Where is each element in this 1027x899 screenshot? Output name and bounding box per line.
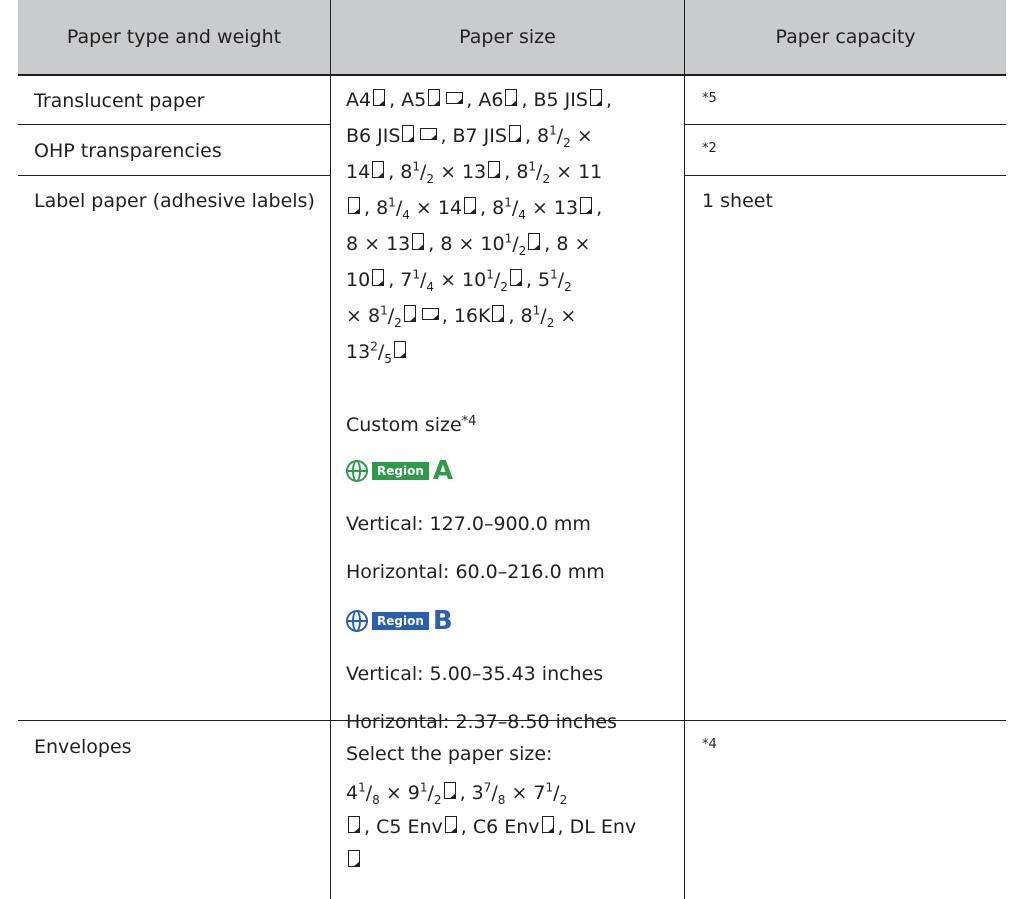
portrait-icon <box>508 124 524 144</box>
portrait-icon <box>347 815 363 835</box>
row-rule-1a <box>18 124 330 125</box>
capacity-label: 1 sheet <box>702 190 773 212</box>
portrait-icon <box>427 88 443 108</box>
capacity-envelopes: *4 <box>702 737 717 752</box>
custom-size: Custom size*4 <box>346 407 476 440</box>
row-rule-1c <box>684 124 1006 125</box>
portrait-icon <box>411 232 427 252</box>
region-a-horizontal: Horizontal: 60.0–216.0 mm <box>346 561 605 583</box>
portrait-icon <box>401 124 417 144</box>
header-paper-type: Paper type and weight <box>18 0 330 74</box>
portrait-icon <box>443 781 459 801</box>
capacity-ohp: *2 <box>702 141 717 156</box>
region-b-horizontal: Horizontal: 2.37–8.50 inches <box>346 711 618 733</box>
paper-type-label: Label paper (adhesive labels) <box>34 190 315 212</box>
portrait-icon <box>371 268 387 288</box>
size-list: A4, A5, A6, B5 JIS, B6 JIS, B7 JIS, 81/2… <box>346 88 612 366</box>
envelope-select-label: Select the paper size: <box>346 743 553 765</box>
region-a-badge: Region A <box>346 456 453 486</box>
envelope-size-list: 41/8 × 91/2, 37/8 × 71/2 , C5 Env, C6 En… <box>346 776 678 878</box>
portrait-icon <box>541 815 557 835</box>
col-rule-1 <box>330 0 331 899</box>
region-a-vertical: Vertical: 127.0–900.0 mm <box>346 513 591 535</box>
header-paper-size: Paper size <box>331 0 684 74</box>
row-rule-2c <box>684 175 1006 176</box>
custom-size-note: *4 <box>461 414 477 429</box>
paper-type-translucent: Translucent paper <box>34 90 205 112</box>
portrait-icon <box>372 88 388 108</box>
portrait-icon <box>444 815 460 835</box>
portrait-icon <box>403 304 419 324</box>
portrait-icon <box>463 196 479 216</box>
portrait-icon <box>487 160 503 180</box>
region-tag: Region <box>372 462 429 480</box>
globe-icon <box>346 610 368 632</box>
portrait-icon <box>527 232 543 252</box>
region-b-vertical: Vertical: 5.00–35.43 inches <box>346 663 604 685</box>
region-tag: Region <box>372 612 429 630</box>
portrait-icon <box>393 340 409 360</box>
portrait-icon <box>371 160 387 180</box>
region-b-badge: Region B <box>346 606 453 636</box>
header-rule <box>18 74 1006 76</box>
globe-icon <box>346 460 368 482</box>
region-letter: A <box>432 456 453 486</box>
portrait-icon <box>579 196 595 216</box>
custom-size-label: Custom size <box>346 414 462 436</box>
portrait-icon <box>504 88 520 108</box>
portrait-icon <box>347 849 363 869</box>
col-rule-2 <box>684 0 685 899</box>
row-rule-2a <box>18 175 330 176</box>
capacity-translucent: *5 <box>702 91 717 106</box>
region-letter: B <box>432 606 453 636</box>
landscape-icon <box>445 88 465 108</box>
portrait-icon <box>491 304 507 324</box>
paper-type-envelopes: Envelopes <box>34 736 132 758</box>
paper-type-ohp: OHP transparencies <box>34 140 222 162</box>
portrait-icon <box>589 88 605 108</box>
portrait-icon <box>347 196 363 216</box>
portrait-icon <box>509 268 525 288</box>
landscape-icon <box>421 304 441 324</box>
header-paper-capacity: Paper capacity <box>685 0 1006 74</box>
landscape-icon <box>419 124 439 144</box>
